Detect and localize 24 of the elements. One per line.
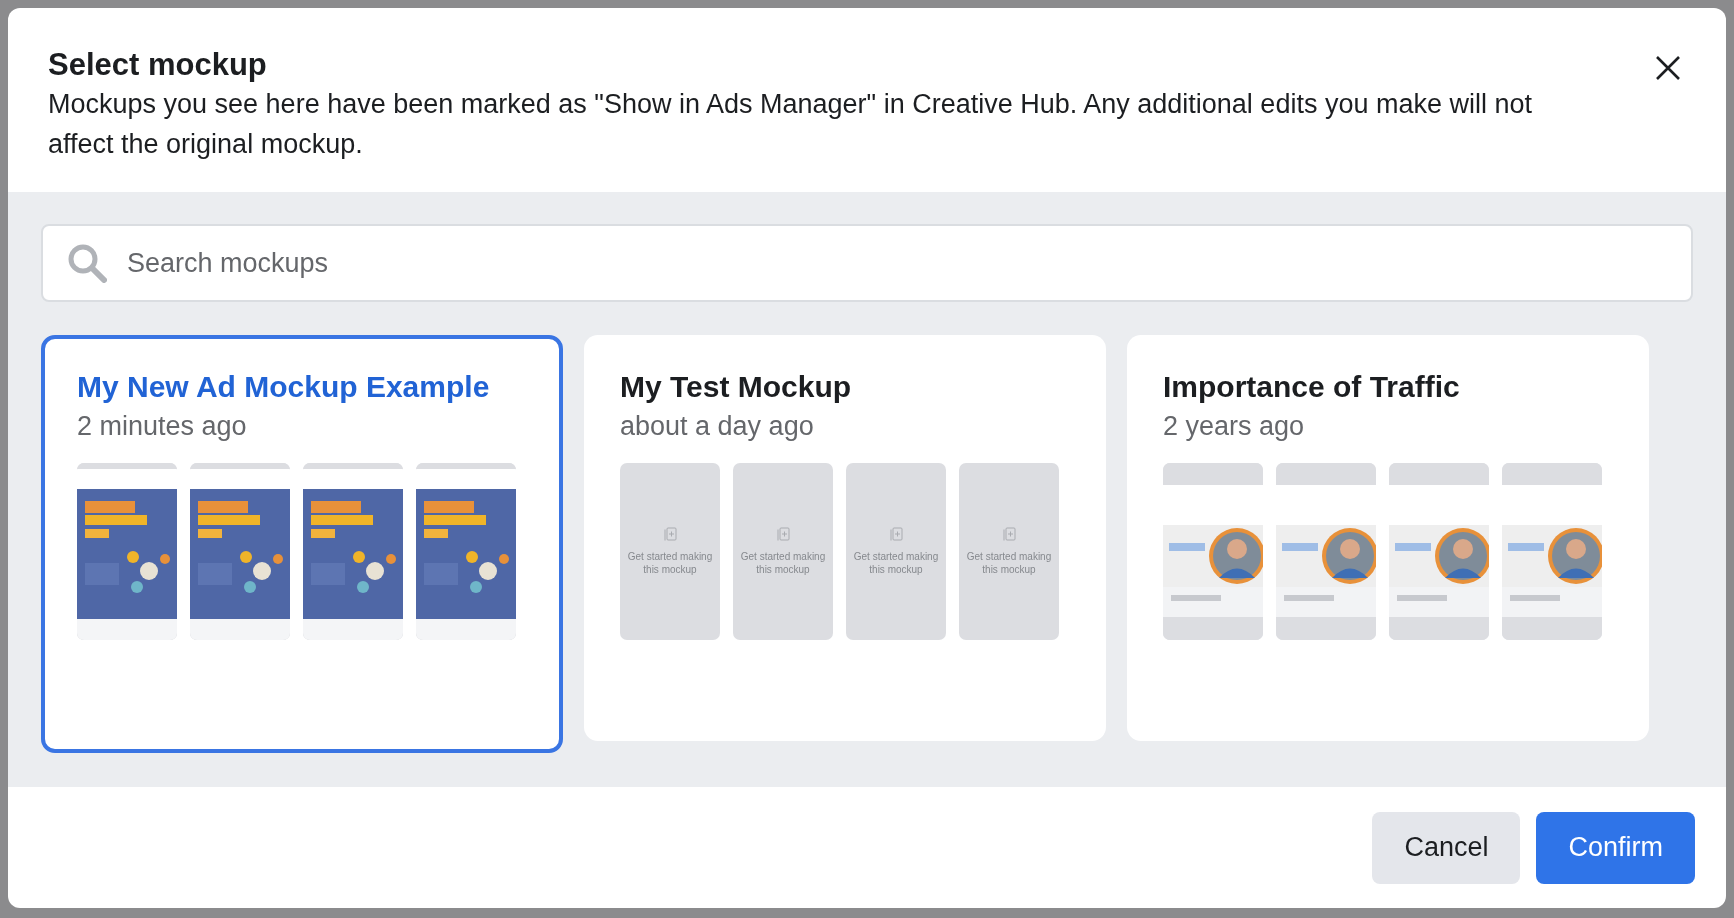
mockup-title: Importance of Traffic (1163, 369, 1460, 405)
close-icon (1655, 55, 1681, 81)
placeholder-text: Get started making this mockup (852, 550, 940, 576)
mockup-time: 2 years ago (1163, 410, 1305, 443)
mockup-title: My Test Mockup (620, 369, 852, 405)
mockup-card[interactable]: Importance of Traffic 2 years ago (1127, 335, 1649, 741)
dialog-description: Mockups you see here have been marked as "Show in Ads Manager" in Creative Hub. Any additional edits you make will not affect the original mockup. (48, 88, 1533, 161)
add-page-icon (663, 527, 677, 542)
add-page-icon (889, 527, 903, 542)
search-field[interactable]: Search mockups (41, 224, 1693, 302)
add-page-icon (1002, 527, 1016, 542)
mockup-title: My New Ad Mockup Example (77, 369, 490, 405)
cancel-button[interactable]: Cancel (1372, 811, 1521, 884)
dialog-title: Select mockup (48, 46, 267, 84)
mockup-time: about a day ago (620, 410, 814, 443)
confirm-button[interactable]: Confirm (1536, 811, 1695, 884)
placeholder-text: Get started making this mockup (965, 550, 1053, 576)
mockup-time: 2 minutes ago (77, 410, 247, 443)
placeholder-text: Get started making this mockup (739, 550, 827, 576)
search-icon (67, 243, 107, 283)
placeholder-text: Get started making this mockup (626, 550, 714, 576)
mockup-card[interactable]: My New Ad Mockup Example 2 minutes ago (41, 335, 563, 753)
add-page-icon (776, 527, 790, 542)
mockup-card[interactable]: My Test Mockup about a day ago Get started making this mockup Get started making this mockup Get started making this mockup Get started making this mockup (584, 335, 1106, 741)
